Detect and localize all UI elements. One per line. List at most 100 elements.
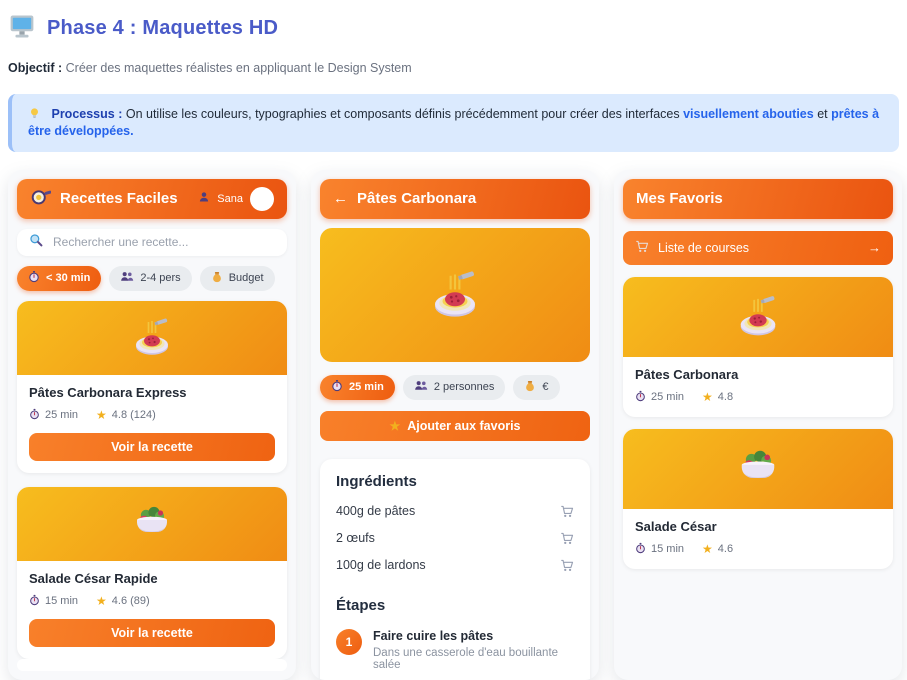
ingredient-row: 100g de lardons: [336, 552, 574, 579]
add-to-cart-icon[interactable]: [560, 531, 574, 546]
spaghetti-icon: [128, 315, 176, 360]
lightbulb-icon: [28, 107, 44, 121]
recipe-title: Salade César Rapide: [29, 571, 275, 586]
objective-line: Objectif : Créer des maquettes réalistes…: [8, 61, 902, 75]
view-recipe-button[interactable]: Voir la recette: [29, 433, 275, 461]
person-icon: [198, 191, 210, 206]
timer-icon: [29, 594, 40, 609]
ingredient-label: 100g de lardons: [336, 558, 426, 572]
desktop-computer-icon: [8, 12, 36, 45]
spaghetti-icon: [732, 292, 784, 341]
filter-chip-budget[interactable]: Budget: [200, 266, 275, 291]
ingredients-title: Ingrédients: [336, 473, 574, 490]
favorite-card-body: Salade César 15 min ★ 4.6: [623, 509, 893, 569]
avatar[interactable]: [250, 187, 274, 211]
recipes-app-header: Recettes Faciles Sana: [17, 179, 287, 219]
badge-price: €: [513, 375, 559, 400]
recipe-meta: 25 min ★ 4.8 (124): [29, 408, 275, 423]
detail-app-header: ← Pâtes Carbonara: [320, 179, 590, 219]
star-icon: ★: [96, 408, 107, 422]
ingredient-label: 400g de pâtes: [336, 504, 415, 518]
favorite-rating-label: 4.8: [718, 391, 733, 403]
badge-label: €: [542, 381, 548, 393]
filter-chip-label: Budget: [229, 272, 264, 284]
badge-servings: 2 personnes: [403, 375, 506, 400]
search-icon: [29, 233, 43, 252]
favorite-rating: ★ 4.6: [702, 542, 733, 556]
timer-icon: [29, 408, 40, 423]
page-title: Phase 4 : Maquettes HD: [47, 17, 278, 40]
favorite-time-label: 15 min: [651, 543, 684, 555]
money-bag-icon: [211, 271, 223, 286]
star-icon: ★: [96, 594, 107, 608]
badge-time: 25 min: [320, 375, 395, 400]
steps-title: Étapes: [336, 597, 574, 614]
favorite-time: 15 min: [635, 542, 684, 557]
add-to-favorites-label: Ajouter aux favoris: [407, 419, 520, 433]
view-recipe-button[interactable]: Voir la recette: [29, 619, 275, 647]
add-to-favorites-button[interactable]: ★ Ajouter aux favoris: [320, 411, 590, 441]
add-to-cart-icon[interactable]: [560, 504, 574, 519]
star-icon: ★: [390, 419, 401, 433]
people-icon: [120, 271, 134, 285]
timer-icon: [331, 379, 343, 395]
spaghetti-icon: [425, 267, 485, 322]
ingredient-row: 2 œufs: [336, 525, 574, 552]
process-note-connector: et: [817, 107, 827, 121]
process-note-label: Processus :: [51, 107, 122, 121]
add-to-cart-icon[interactable]: [560, 558, 574, 573]
search-input[interactable]: [51, 234, 275, 250]
people-icon: [414, 380, 428, 394]
recipe-card-body: Salade César Rapide 15 min ★ 4.6 (89) Vo…: [17, 561, 287, 659]
timer-icon: [635, 390, 646, 405]
filter-chip-time[interactable]: < 30 min: [17, 266, 101, 291]
favorite-card[interactable]: Salade César 15 min ★ 4.6: [623, 429, 893, 569]
recipe-image: [17, 301, 287, 375]
recipe-rating: ★ 4.8 (124): [96, 408, 156, 422]
recipe-time-label: 15 min: [45, 595, 78, 607]
steps-block: Étapes 1 Faire cuire les pâtes Dans une …: [336, 597, 574, 680]
star-icon: ★: [702, 390, 713, 404]
favorite-card[interactable]: Pâtes Carbonara 25 min ★ 4.8: [623, 277, 893, 417]
timer-icon: [635, 542, 646, 557]
timer-icon: [28, 270, 40, 286]
detail-title: Pâtes Carbonara: [357, 190, 476, 207]
filter-chip-people[interactable]: 2-4 pers: [109, 266, 191, 291]
recipe-hero-image: [320, 228, 590, 362]
recipe-time: 25 min: [29, 408, 78, 423]
arrow-right-icon: →: [868, 240, 881, 255]
detail-badges: 25 min 2 personnes €: [320, 375, 590, 400]
favorite-time-label: 25 min: [651, 391, 684, 403]
ingredients-list: 400g de pâtes 2 œufs 100g de lardons: [336, 498, 574, 579]
badge-label: 2 personnes: [434, 381, 495, 393]
process-note-text: On utilise les couleurs, typographies et…: [126, 107, 680, 121]
recipe-image: [17, 487, 287, 561]
app-title: Recettes Faciles: [60, 190, 178, 207]
page: Phase 4 : Maquettes HD Objectif : Créer …: [0, 0, 907, 680]
favorite-rating-label: 4.6: [718, 543, 733, 555]
recipe-time: 15 min: [29, 594, 78, 609]
step-title: Faire cuire les pâtes: [373, 629, 574, 643]
screen-favorites: Mes Favoris Liste de courses →: [614, 170, 902, 680]
recipe-time-label: 25 min: [45, 409, 78, 421]
recipe-card-body: Pâtes Carbonara Express 25 min ★ 4.8 (12…: [17, 375, 287, 473]
recipe-rating-label: 4.8 (124): [112, 409, 156, 421]
back-arrow-icon[interactable]: ←: [333, 190, 348, 207]
favorite-meta: 15 min ★ 4.6: [635, 542, 881, 557]
favorites-app-header: Mes Favoris: [623, 179, 893, 219]
ingredient-row: 400g de pâtes: [336, 498, 574, 525]
process-note: Processus : On utilise les couleurs, typ…: [8, 94, 899, 152]
recipe-card: Salade César Rapide 15 min ★ 4.6 (89) Vo…: [17, 487, 287, 659]
recipe-meta: 15 min ★ 4.6 (89): [29, 594, 275, 609]
frying-pan-icon: [30, 186, 51, 211]
favorite-card-body: Pâtes Carbonara 25 min ★ 4.8: [623, 357, 893, 417]
favorite-image: [623, 429, 893, 509]
recipe-title: Pâtes Carbonara Express: [29, 385, 275, 400]
shopping-list-banner[interactable]: Liste de courses →: [623, 231, 893, 265]
user-area: Sana: [198, 187, 274, 211]
money-bag-icon: [524, 380, 536, 395]
favorite-title: Salade César: [635, 519, 881, 534]
shopping-list-left: Liste de courses: [635, 239, 749, 257]
process-note-highlight-1: visuellement abouties: [683, 107, 814, 121]
filter-chip-label: < 30 min: [46, 272, 90, 284]
